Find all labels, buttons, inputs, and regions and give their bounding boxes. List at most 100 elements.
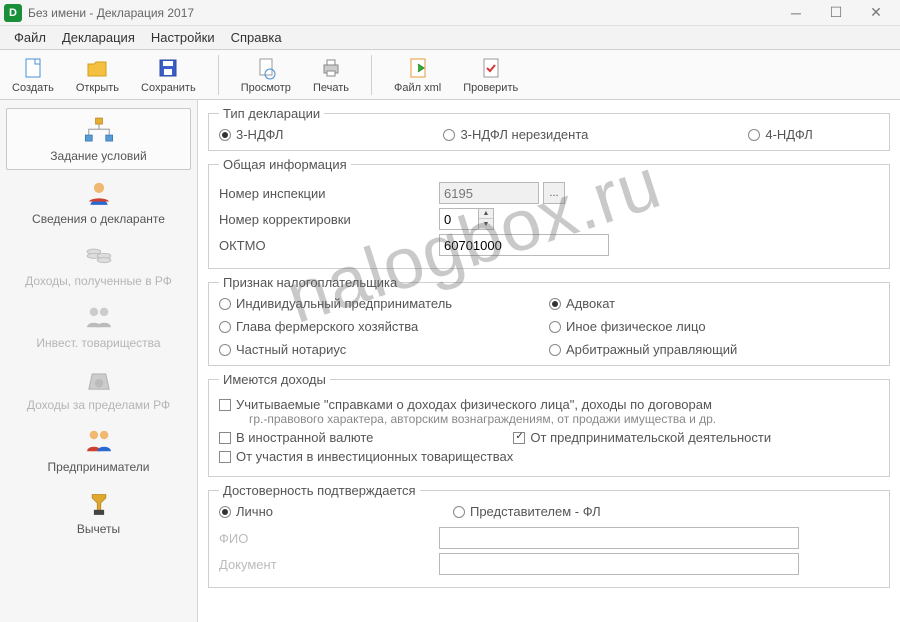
save-icon xyxy=(156,56,180,80)
label-oktmo: ОКТМО xyxy=(219,238,439,253)
sidebar-item-label: Сведения о декларанте xyxy=(32,212,165,226)
fieldset-income: Имеются доходы Учитываемые "справками о … xyxy=(208,372,890,477)
money-bag-icon xyxy=(82,364,116,394)
toolbar-print[interactable]: Печать xyxy=(307,54,355,96)
radio-advokat[interactable]: Адвокат xyxy=(549,296,879,311)
radio-notary[interactable]: Частный нотариус xyxy=(219,342,549,357)
minimize-button[interactable]: ─ xyxy=(776,0,816,26)
toolbar-save[interactable]: Сохранить xyxy=(135,54,202,96)
sidebar-item-deductions[interactable]: Вычеты xyxy=(6,482,191,542)
toolbar-separator-1 xyxy=(218,55,219,95)
preview-icon xyxy=(254,56,278,80)
toolbar-preview[interactable]: Просмотр xyxy=(235,54,297,96)
label-correction: Номер корректировки xyxy=(219,212,439,227)
confirm-radios: Лично Представителем - ФЛ xyxy=(219,504,879,519)
toolbar-create[interactable]: Создать xyxy=(6,54,60,96)
menu-file[interactable]: Файл xyxy=(6,28,54,47)
app-icon: D xyxy=(4,4,22,22)
legend-income: Имеются доходы xyxy=(219,372,330,387)
menu-declaration[interactable]: Декларация xyxy=(54,28,143,47)
input-fio[interactable] xyxy=(439,527,799,549)
input-document[interactable] xyxy=(439,553,799,575)
input-oktmo[interactable] xyxy=(439,234,609,256)
fieldset-decl-type: Тип декларации 3-НДФЛ 3-НДФЛ нерезидента… xyxy=(208,106,890,151)
new-file-icon xyxy=(21,56,45,80)
content-area: Тип декларации 3-НДФЛ 3-НДФЛ нерезидента… xyxy=(198,100,900,622)
fieldset-general: Общая информация Номер инспекции ... Ном… xyxy=(208,157,890,269)
toolbar-file-xml-label: Файл xml xyxy=(394,82,441,94)
people-icon xyxy=(82,302,116,332)
money-stack-icon xyxy=(82,240,116,270)
decl-type-radios: 3-НДФЛ 3-НДФЛ нерезидента 4-НДФЛ xyxy=(219,127,879,142)
taxpayer-radios: Индивидуальный предприниматель Адвокат Г… xyxy=(219,296,879,357)
spin-up[interactable]: ▲ xyxy=(479,209,493,219)
radio-arbitr[interactable]: Арбитражный управляющий xyxy=(549,342,879,357)
menu-help[interactable]: Справка xyxy=(223,28,290,47)
legend-general: Общая информация xyxy=(219,157,351,172)
business-people-icon xyxy=(82,426,116,456)
check-icon xyxy=(479,56,503,80)
sidebar-item-conditions[interactable]: Задание условий xyxy=(6,108,191,170)
sidebar-item-declarant[interactable]: Сведения о декларанте xyxy=(6,172,191,232)
sidebar-item-label: Предприниматели xyxy=(48,460,150,474)
toolbar-create-label: Создать xyxy=(12,82,54,94)
toolbar: Создать Открыть Сохранить Просмотр Печат… xyxy=(0,50,900,100)
fieldset-confirm: Достоверность подтверждается Лично Предс… xyxy=(208,483,890,588)
toolbar-check-label: Проверить xyxy=(463,82,518,94)
label-inspection: Номер инспекции xyxy=(219,186,439,201)
label-fio: ФИО xyxy=(219,531,439,546)
legend-taxpayer: Признак налогоплательщика xyxy=(219,275,401,290)
sidebar-item-invest[interactable]: Инвест. товарищества xyxy=(6,296,191,356)
maximize-button[interactable]: ☐ xyxy=(816,0,856,26)
radio-3ndfl-nonresident[interactable]: 3-НДФЛ нерезидента xyxy=(443,127,588,142)
toolbar-preview-label: Просмотр xyxy=(241,82,291,94)
sidebar-item-income-abroad[interactable]: Доходы за пределами РФ xyxy=(6,358,191,418)
spinner-correction[interactable]: ▲▼ xyxy=(439,208,494,230)
printer-icon xyxy=(319,56,343,80)
checkbox-income-spravki[interactable]: Учитываемые "справками о доходах физичес… xyxy=(219,397,879,412)
toolbar-check[interactable]: Проверить xyxy=(457,54,524,96)
checkbox-income-invest[interactable]: От участия в инвестиционных товарищества… xyxy=(219,449,879,464)
radio-3ndfl[interactable]: 3-НДФЛ xyxy=(219,127,283,142)
close-button[interactable]: ✕ xyxy=(856,0,896,26)
toolbar-file-xml[interactable]: Файл xml xyxy=(388,54,447,96)
input-correction[interactable] xyxy=(439,208,479,230)
toolbar-separator-2 xyxy=(371,55,372,95)
window-title: Без имени - Декларация 2017 xyxy=(28,6,194,20)
checkbox-income-business[interactable]: От предпринимательской деятельности xyxy=(513,430,771,445)
button-inspection-picker[interactable]: ... xyxy=(543,182,565,204)
menu-settings[interactable]: Настройки xyxy=(143,28,223,47)
label-document: Документ xyxy=(219,557,439,572)
toolbar-open[interactable]: Открыть xyxy=(70,54,125,96)
person-icon xyxy=(82,178,116,208)
sidebar-item-entrepreneurs[interactable]: Предприниматели xyxy=(6,420,191,480)
sidebar-item-label: Доходы, полученные в РФ xyxy=(25,274,172,288)
main-area: Задание условий Сведения о декларанте До… xyxy=(0,100,900,622)
sidebar-item-label: Вычеты xyxy=(77,522,120,536)
window-controls: ─ ☐ ✕ xyxy=(776,0,896,26)
radio-ip[interactable]: Индивидуальный предприниматель xyxy=(219,296,549,311)
legend-decl-type: Тип декларации xyxy=(219,106,324,121)
folder-open-icon xyxy=(85,56,109,80)
radio-4ndfl[interactable]: 4-НДФЛ xyxy=(748,127,812,142)
toolbar-print-label: Печать xyxy=(313,82,349,94)
radio-other[interactable]: Иное физическое лицо xyxy=(549,319,879,334)
menubar: Файл Декларация Настройки Справка xyxy=(0,26,900,50)
sidebar-item-income-rf[interactable]: Доходы, полученные в РФ xyxy=(6,234,191,294)
toolbar-open-label: Открыть xyxy=(76,82,119,94)
sidebar-item-label: Инвест. товарищества xyxy=(36,336,160,350)
sidebar-item-label: Доходы за пределами РФ xyxy=(27,398,170,412)
legend-confirm: Достоверность подтверждается xyxy=(219,483,420,498)
toolbar-save-label: Сохранить xyxy=(141,82,196,94)
checkbox-income-foreign[interactable]: В иностранной валюте xyxy=(219,430,373,445)
radio-farmer[interactable]: Глава фермерского хозяйства xyxy=(219,319,549,334)
hierarchy-icon xyxy=(82,115,116,145)
xml-file-icon xyxy=(406,56,430,80)
sidebar-item-label: Задание условий xyxy=(50,149,146,163)
radio-personally[interactable]: Лично xyxy=(219,504,273,519)
input-inspection[interactable] xyxy=(439,182,539,204)
radio-representative[interactable]: Представителем - ФЛ xyxy=(453,504,601,519)
deductions-icon xyxy=(82,488,116,518)
fieldset-taxpayer: Признак налогоплательщика Индивидуальный… xyxy=(208,275,890,366)
spin-down[interactable]: ▼ xyxy=(479,219,493,229)
